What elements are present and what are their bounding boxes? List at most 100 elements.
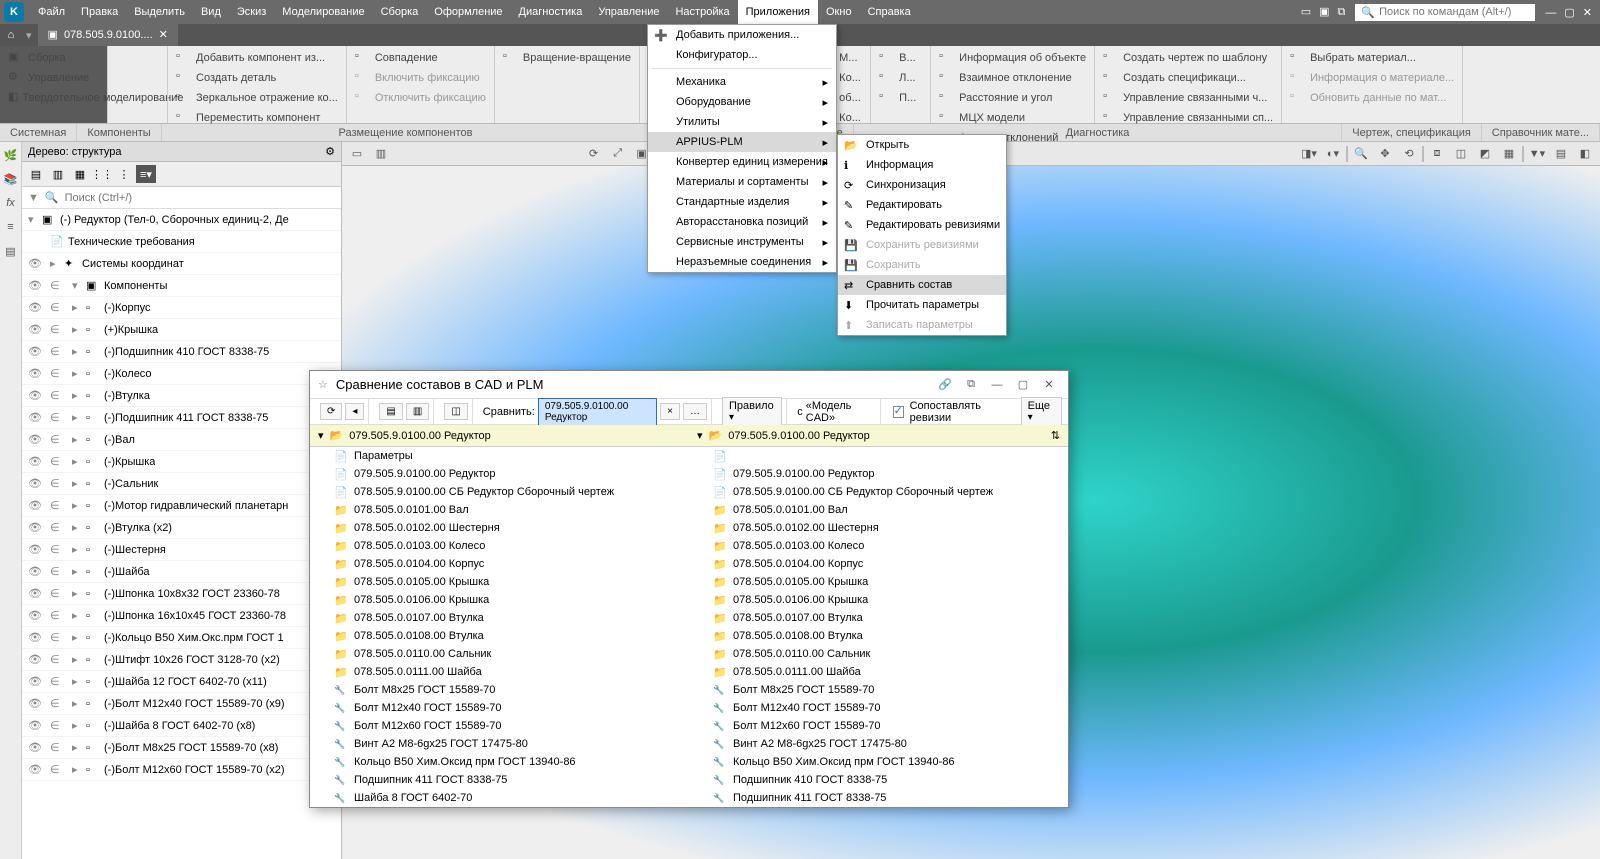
ribbon-manage-btn[interactable]: ⚙Управление xyxy=(4,68,103,88)
compare-row[interactable]: Подшипник 411 ГОСТ 8338-75Подшипник 410 … xyxy=(310,771,1068,789)
vt-shade[interactable]: ◐▾ xyxy=(1322,144,1344,164)
applications-menu[interactable]: ➕Добавить приложения...Конфигуратор... Ме… xyxy=(647,24,837,273)
tree-tech-req[interactable]: 📄Технические требования xyxy=(22,231,341,253)
vt-10[interactable]: ▦ xyxy=(1498,144,1520,164)
compare-row[interactable]: 078.505.0.0101.00 Вал078.505.0.0101.00 В… xyxy=(310,501,1068,519)
plm-menu-item[interactable]: ⇄Сравнить состав xyxy=(838,275,1006,295)
close-icon[interactable]: ✕ xyxy=(1583,7,1592,19)
tool-b[interactable]: ▥ xyxy=(406,403,429,420)
vt-7[interactable]: ⧈ xyxy=(1426,144,1448,164)
plm-menu-item[interactable]: ✎Редактировать ревизиями xyxy=(838,215,1006,235)
tree-item[interactable]: 👁∈▸▫(-)Шпонка 10x8x32 ГОСТ 23360-78 xyxy=(22,583,341,605)
menu-вид[interactable]: Вид xyxy=(193,0,229,24)
match-rev-checkbox[interactable] xyxy=(893,406,904,418)
compare-row[interactable]: 078.505.0.0103.00 Колесо078.505.0.0103.0… xyxy=(310,537,1068,555)
compare-row[interactable]: Винт A2 M8-6gx25 ГОСТ 17475-80Винт A2 M8… xyxy=(310,735,1068,753)
ribbon-cmd[interactable]: Добавить компонент из... xyxy=(172,48,342,68)
home-tab-icon[interactable]: ⌂ xyxy=(0,29,22,41)
rule-btn[interactable]: Правило ▾ xyxy=(722,397,782,426)
tree-item[interactable]: 👁∈▸▫(-)Подшипник 410 ГОСТ 8338-75 xyxy=(22,341,341,363)
minimize-icon[interactable]: — xyxy=(1545,7,1556,19)
tree-item[interactable]: 👁∈▸▫(-)Болт M12x60 ГОСТ 15589-70 (x2) xyxy=(22,759,341,781)
compare-value[interactable]: 079.505.9.0100.00 Редуктор xyxy=(538,398,657,426)
tree-item[interactable]: 👁∈▸▫(-)Штифт 10x26 ГОСТ 3128-70 (x2) xyxy=(22,649,341,671)
tree-components[interactable]: 👁∈▾▣ Компоненты xyxy=(22,275,341,297)
app-menu-item[interactable]: Утилиты▸ xyxy=(648,112,836,132)
model-tree[interactable]: ▾▣ (-) Редуктор (Тел-0, Сборочных единиц… xyxy=(22,209,341,859)
tree-tool-5[interactable]: ⋮ xyxy=(114,165,134,183)
prev-btn[interactable]: ◂ xyxy=(345,403,364,420)
plm-menu-item[interactable]: 📂Открыть xyxy=(838,135,1006,155)
ribbon-cmd[interactable]: Расстояние и угол xyxy=(935,88,1090,108)
rail-tree-icon[interactable]: 🌿 xyxy=(2,146,20,164)
app-menu-item[interactable]: Стандартные изделия▸ xyxy=(648,192,836,212)
ribbon-cmd[interactable]: Создать чертеж по шаблону xyxy=(1099,48,1277,68)
app-menu-item[interactable]: Неразъемные соединения▸ xyxy=(648,252,836,272)
menu-файл[interactable]: Файл xyxy=(30,0,73,24)
menu-настройка[interactable]: Настройка xyxy=(667,0,737,24)
app-menu-item[interactable]: Конфигуратор... xyxy=(648,45,836,65)
tree-item[interactable]: 👁∈▸▫(-)Мотор гидравлический планетарн xyxy=(22,495,341,517)
tree-item[interactable]: 👁∈▸▫(-)Болт M12x40 ГОСТ 15589-70 (x9) xyxy=(22,693,341,715)
menu-приложения[interactable]: Приложения xyxy=(738,0,818,24)
tree-item[interactable]: 👁∈▸▫(-)Колесо xyxy=(22,363,341,385)
vt-4[interactable]: ⤢ xyxy=(607,144,629,164)
tree-root[interactable]: ▾▣ (-) Редуктор (Тел-0, Сборочных единиц… xyxy=(22,209,341,231)
tree-tool-6[interactable]: ≡▾ xyxy=(136,165,156,183)
compare-body[interactable]: Параметры079.505.9.0100.00 Редуктор079.5… xyxy=(310,447,1068,807)
vt-12[interactable]: ◧ xyxy=(1574,144,1596,164)
app-menu-item[interactable]: Механика▸ xyxy=(648,72,836,92)
document-tab[interactable]: ▣ 078.505.9.0100.... ✕ xyxy=(38,24,178,46)
compare-row[interactable]: 078.505.0.0107.00 Втулка078.505.0.0107.0… xyxy=(310,609,1068,627)
tree-tool-3[interactable]: ▦ xyxy=(70,165,90,183)
compare-row[interactable]: 078.505.0.0105.00 Крышка078.505.0.0105.0… xyxy=(310,573,1068,591)
app-menu-item[interactable]: Авторасстановка позиций▸ xyxy=(648,212,836,232)
tree-item[interactable]: 👁∈▸▫(-)Шестерня xyxy=(22,539,341,561)
tree-item[interactable]: 👁∈▸▫(-)Сальник xyxy=(22,473,341,495)
ribbon-cmd[interactable]: П... xyxy=(875,88,926,108)
tree-item[interactable]: 👁∈▸▫(-)Болт M8x25 ГОСТ 15589-70 (x8) xyxy=(22,737,341,759)
dock-icon[interactable]: ⧉ xyxy=(960,378,982,391)
app-menu-item[interactable]: Оборудование▸ xyxy=(648,92,836,112)
menu-оформление[interactable]: Оформление xyxy=(426,0,510,24)
ribbon-cmd[interactable]: Взаимное отклонение xyxy=(935,68,1090,88)
compare-row[interactable]: Болт M12x60 ГОСТ 15589-70Болт M12x60 ГОС… xyxy=(310,717,1068,735)
menu-управление[interactable]: Управление xyxy=(590,0,667,24)
tree-search[interactable]: ▼ 🔍 xyxy=(22,187,341,209)
menu-эскиз[interactable]: Эскиз xyxy=(229,0,274,24)
ribbon-cmd[interactable]: Отключить фиксацию xyxy=(351,88,490,108)
app-menu-item[interactable]: Сервисные инструменты▸ xyxy=(648,232,836,252)
ribbon-cmd[interactable]: Зеркальное отражение ко... xyxy=(172,88,342,108)
plm-menu-item[interactable]: ℹИнформация xyxy=(838,155,1006,175)
rail-formula-icon[interactable]: fx xyxy=(2,194,20,212)
app-menu-item[interactable]: Материалы и сортаменты▸ xyxy=(648,172,836,192)
rail-library-icon[interactable]: 📚 xyxy=(2,170,20,188)
tree-item[interactable]: 👁∈▸▫(-)Кольцо B50 Хим.Окс.прм ГОСТ 1 xyxy=(22,627,341,649)
clear-compare-btn[interactable]: × xyxy=(660,403,680,420)
compare-row[interactable]: 079.505.9.0100.00 Редуктор079.505.9.0100… xyxy=(310,465,1068,483)
menu-сборка[interactable]: Сборка xyxy=(373,0,427,24)
maximize-icon[interactable]: ▢ xyxy=(1012,378,1034,391)
compare-row[interactable]: 078.505.0.0104.00 Корпус078.505.0.0104.0… xyxy=(310,555,1068,573)
tree-item[interactable]: 👁∈▸▫(-)Шайба 12 ГОСТ 6402-70 (x11) xyxy=(22,671,341,693)
vt-rot[interactable]: ⟲ xyxy=(1398,144,1420,164)
tree-item[interactable]: 👁∈▸▫(-)Шайба xyxy=(22,561,341,583)
compare-row[interactable]: 078.505.0.0106.00 Крышка078.505.0.0106.0… xyxy=(310,591,1068,609)
link-icon[interactable]: 🔗 xyxy=(934,378,956,391)
tree-item[interactable]: 👁∈▸▫(-)Шайба 8 ГОСТ 6402-70 (x8) xyxy=(22,715,341,737)
favorite-icon[interactable]: ☆ xyxy=(318,378,328,391)
close-tab-icon[interactable]: ✕ xyxy=(159,24,168,46)
app-menu-item[interactable]: ➕Добавить приложения... xyxy=(648,25,836,45)
tree-item[interactable]: 👁∈▸▫(-)Вал xyxy=(22,429,341,451)
refresh-btn[interactable]: ⟳ xyxy=(320,403,342,420)
ribbon-cmd[interactable]: В... xyxy=(875,48,926,68)
tree-coord-sys[interactable]: 👁▸✦ Системы координат xyxy=(22,253,341,275)
vt-view-cube[interactable]: ◨▾ xyxy=(1298,144,1320,164)
appius-plm-submenu[interactable]: 📂ОткрытьℹИнформация⟳Синхронизация✎Редакт… xyxy=(837,134,1007,336)
vt-2[interactable]: ▥ xyxy=(370,144,392,164)
vt-9[interactable]: ◩ xyxy=(1474,144,1496,164)
vt-8[interactable]: ◫ xyxy=(1450,144,1472,164)
close-icon[interactable]: ✕ xyxy=(1038,378,1060,391)
tree-item[interactable]: 👁∈▸▫(+)Крышка xyxy=(22,319,341,341)
menu-моделирование[interactable]: Моделирование xyxy=(274,0,372,24)
